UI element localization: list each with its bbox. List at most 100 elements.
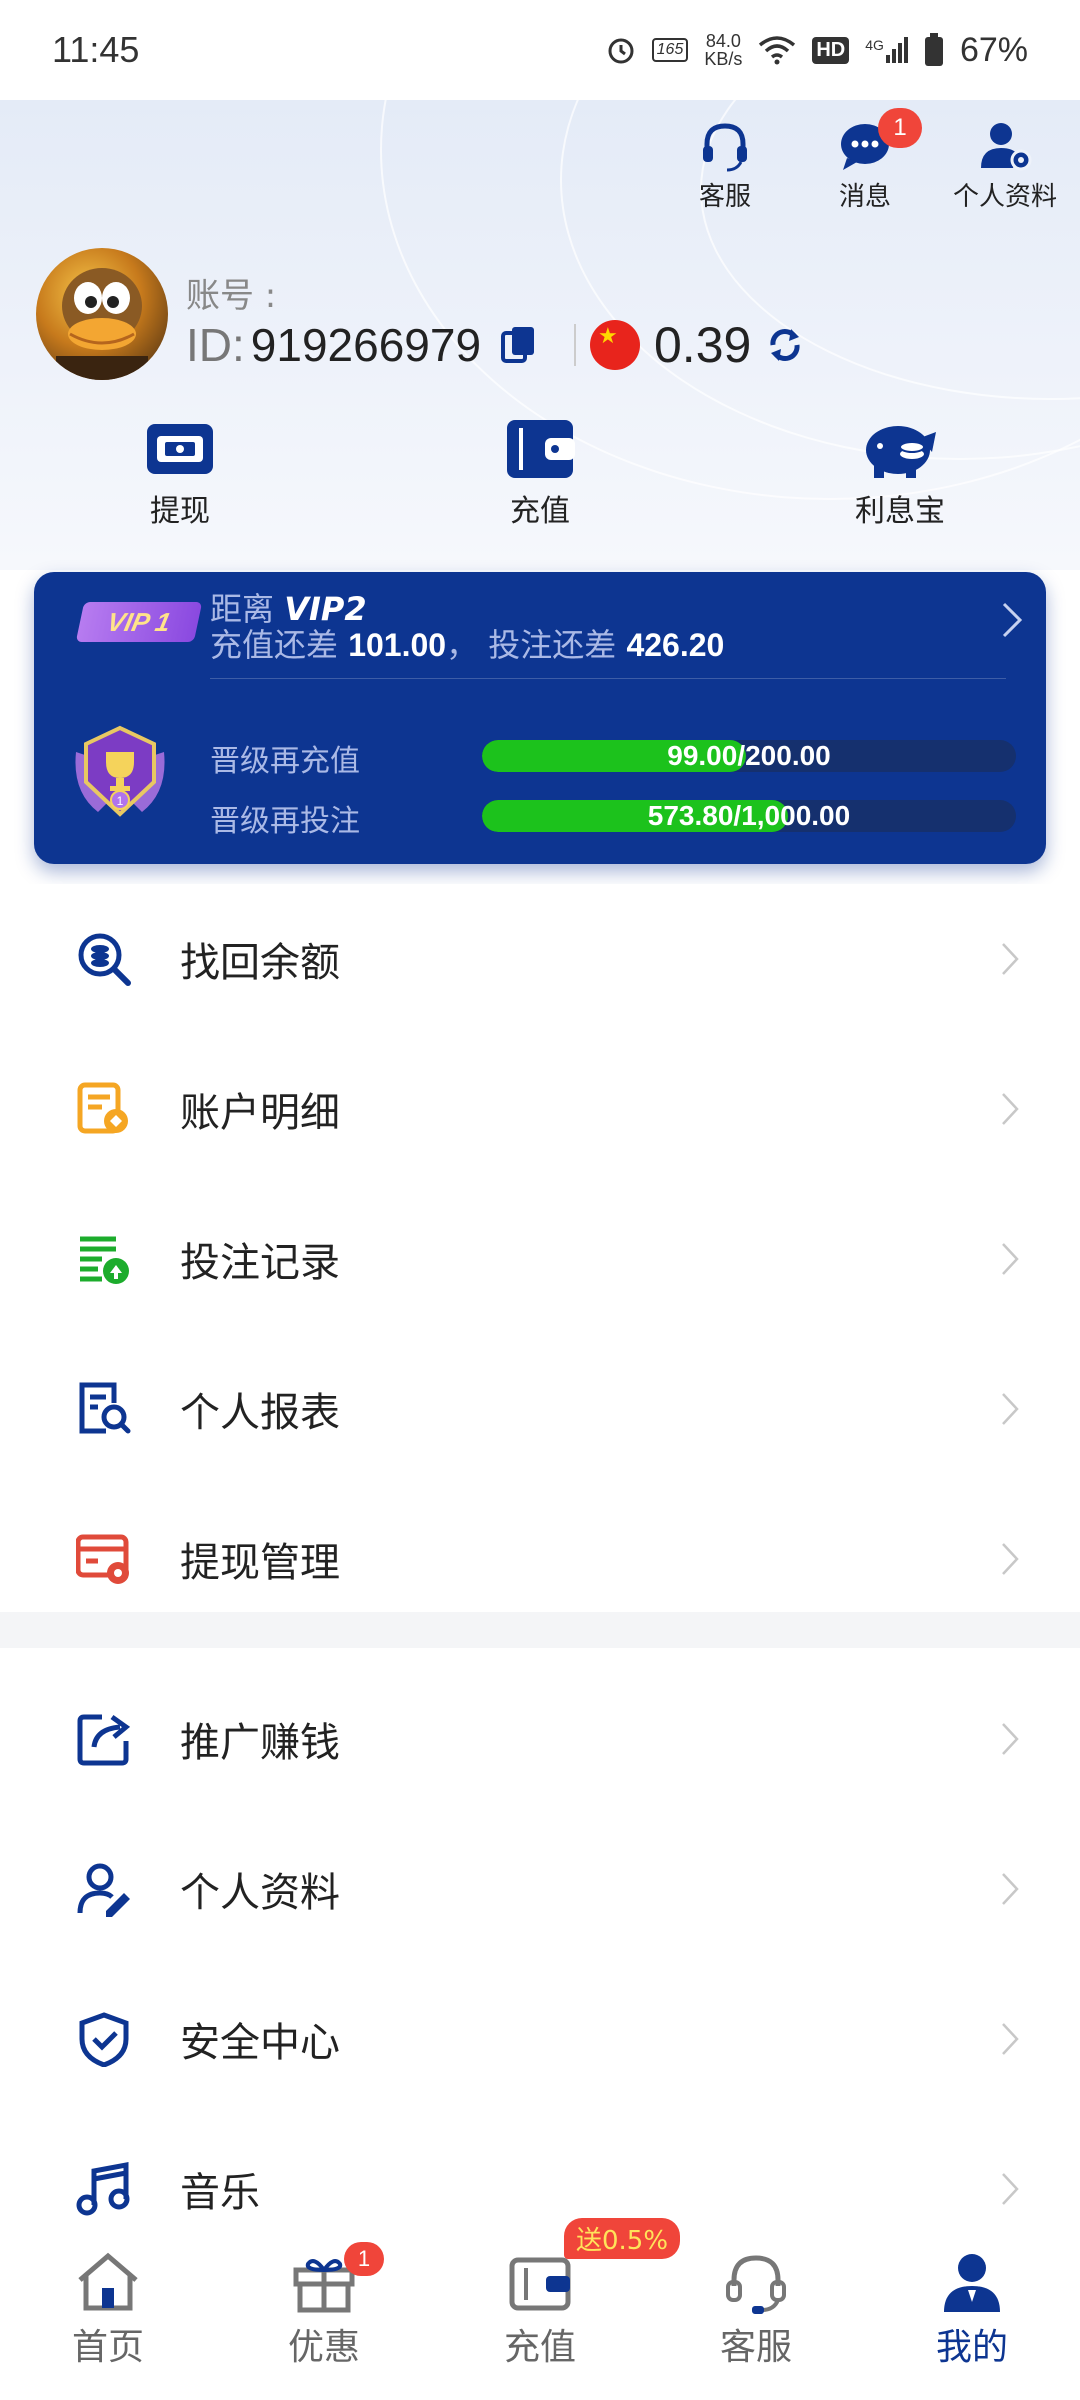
account-id: 919266979	[250, 319, 482, 371]
duck-avatar-image	[56, 268, 148, 380]
chevron-right-icon	[1002, 2173, 1019, 2205]
nav-label: 优惠	[287, 2327, 360, 2368]
interest-button[interactable]: 利息宝	[720, 418, 1080, 530]
divider	[210, 678, 1006, 679]
vip-medal-icon: 1	[75, 725, 165, 817]
user-icon	[944, 2254, 1000, 2312]
music-note-icon	[76, 2161, 132, 2217]
account-id-row: ID: 919266979	[186, 318, 537, 372]
menu-bet-record[interactable]: 投注记录	[0, 1184, 1080, 1334]
chevron-right-icon	[1002, 1393, 1019, 1425]
chevron-right-icon	[1002, 2023, 1019, 2055]
share-icon	[76, 1711, 132, 1767]
copy-icon[interactable]	[501, 325, 537, 365]
status-time: 11:45	[52, 29, 140, 70]
quick-actions: 提现 充值 利息宝	[0, 418, 1080, 530]
profile-settings-label: 个人资料	[952, 182, 1057, 212]
divider	[574, 324, 576, 366]
withdraw-label: 提现	[150, 494, 210, 529]
piggy-bank-icon	[866, 426, 936, 478]
recharge-label: 充值	[510, 494, 570, 529]
customer-service-button[interactable]: 客服	[670, 120, 780, 213]
nav-recharge[interactable]: 送0.5% 充值	[432, 2218, 681, 2400]
cell-signal-icon: 4G	[865, 37, 908, 63]
china-flag-icon	[590, 320, 640, 370]
nav-customer-service[interactable]: 客服	[648, 2224, 864, 2400]
bottom-nav: 首页 1 优惠 送0.5% 充值 客服 我的	[0, 2218, 1080, 2400]
withdraw-manage-icon	[76, 1531, 132, 1587]
vip-bet-progress: 573.80/1,000.00	[482, 800, 1016, 832]
vip-level-badge: VIP 1	[75, 602, 203, 642]
vip-recharge-progress: 99.00/200.00	[482, 740, 1016, 772]
messages-button[interactable]: 1 消息	[810, 108, 922, 213]
menu-label: 找回余额	[180, 940, 340, 986]
recharge-button[interactable]: 充值	[360, 418, 720, 530]
battery-percent: 67%	[959, 30, 1028, 69]
messages-badge: 1	[878, 108, 922, 148]
menu-group-account: 找回余额 账户明细 投注记录 个人报表 提现管理	[0, 884, 1080, 1634]
menu-promotion[interactable]: 推广赚钱	[0, 1664, 1080, 1814]
withdraw-button[interactable]: 提现	[0, 418, 360, 530]
progress-text: 573.80/1,000.00	[647, 800, 851, 831]
menu-label: 提现管理	[180, 1540, 340, 1586]
chevron-right-icon	[1002, 1873, 1019, 1905]
balance-amount: 0.39	[654, 317, 752, 373]
header-actions: 客服 1 消息 个人资料	[670, 108, 1060, 213]
bet-record-icon	[76, 1231, 132, 1287]
menu-label: 个人资料	[180, 1870, 340, 1916]
nav-label: 客服	[719, 2327, 792, 2368]
chevron-right-icon	[1002, 1543, 1019, 1575]
chevron-right-icon	[1002, 1093, 1019, 1125]
nav-label: 我的	[935, 2327, 1008, 2368]
nav-home[interactable]: 首页	[0, 2224, 216, 2400]
nav-offers[interactable]: 1 优惠	[216, 2224, 432, 2400]
menu-label: 个人报表	[180, 1390, 340, 1436]
section-divider	[0, 1612, 1080, 1648]
chevron-right-icon[interactable]	[1000, 600, 1024, 640]
battery-icon	[924, 33, 943, 66]
menu-account-detail[interactable]: 账户明细	[0, 1034, 1080, 1184]
svg-text:1: 1	[117, 794, 124, 808]
chevron-right-icon	[1002, 943, 1019, 975]
messages-label: 消息	[838, 182, 891, 212]
menu-group-general: 推广赚钱 个人资料 安全中心 音乐	[0, 1664, 1080, 2264]
customer-service-label: 客服	[698, 182, 751, 212]
menu-label: 音乐	[180, 2170, 260, 2216]
progress-text: 99.00/200.00	[667, 740, 831, 771]
wallet-icon	[509, 2257, 571, 2311]
menu-security-center[interactable]: 安全中心	[0, 1964, 1080, 2114]
menu-personal-report[interactable]: 个人报表	[0, 1334, 1080, 1484]
headset-icon	[726, 2255, 786, 2314]
home-icon	[78, 2252, 138, 2311]
interest-label: 利息宝	[855, 494, 945, 529]
nav-label: 首页	[71, 2327, 144, 2368]
avatar[interactable]	[36, 248, 168, 380]
hd-badge: HD	[812, 36, 850, 64]
wifi-icon	[759, 36, 796, 65]
chevron-right-icon	[1002, 1243, 1019, 1275]
vip-card[interactable]: VIP 1 距离 VIP2 充值还差 101.00， 投注还差 426.20 1…	[34, 572, 1046, 864]
chevron-right-icon	[1002, 1723, 1019, 1755]
report-search-icon	[76, 1381, 132, 1437]
refresh-icon[interactable]	[765, 325, 805, 365]
vip-recharge-label: 晋级再充值	[210, 744, 360, 779]
nav-mine[interactable]: 我的	[864, 2224, 1080, 2400]
headset-icon	[703, 123, 747, 172]
user-settings-icon	[981, 123, 1032, 171]
menu-label: 安全中心	[180, 2020, 340, 2066]
shield-check-icon	[76, 2011, 132, 2067]
refresh-rate-badge: 165	[651, 38, 689, 62]
menu-recover-balance[interactable]: 找回余额	[0, 884, 1080, 1034]
alarm-icon	[608, 38, 634, 64]
menu-profile[interactable]: 个人资料	[0, 1814, 1080, 1964]
offers-badge: 1	[344, 2242, 384, 2276]
nav-label: 充值	[503, 2327, 576, 2368]
status-bar: 11:45 165 84.0 KB/s HD 4G 67%	[0, 0, 1080, 100]
menu-label: 投注记录	[180, 1240, 340, 1286]
account-detail-icon	[76, 1081, 132, 1137]
vip-requirements: 充值还差 101.00， 投注还差 426.20	[210, 626, 725, 664]
profile-settings-button[interactable]: 个人资料	[950, 120, 1060, 213]
net-speed: 84.0 KB/s	[704, 31, 743, 69]
id-prefix: ID:	[186, 319, 245, 371]
withdraw-icon	[147, 424, 213, 474]
